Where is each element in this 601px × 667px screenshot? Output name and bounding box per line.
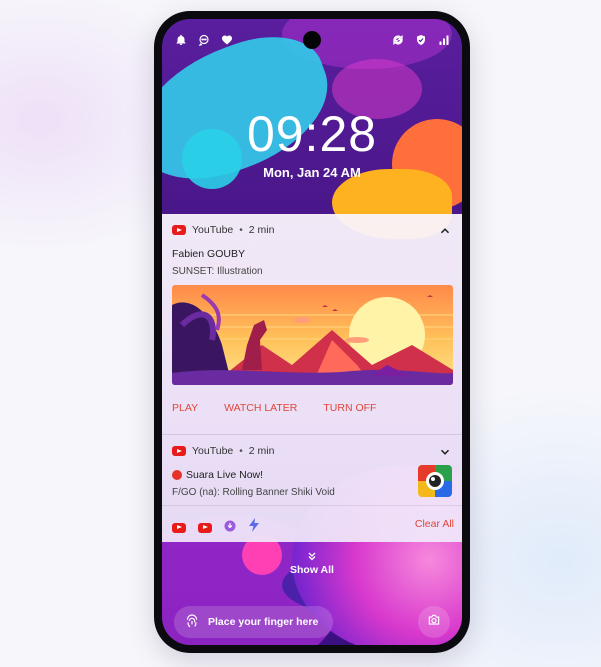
notification-actions: PLAY WATCH LATER TURN OFF bbox=[162, 402, 462, 414]
chevron-up-icon[interactable] bbox=[438, 224, 452, 238]
notification-text: F/GO (na): Rolling Banner Shiki Void bbox=[172, 487, 335, 498]
camera-shortcut-button[interactable] bbox=[418, 606, 450, 638]
notification-panel: YouTube • 2 min Fabien GOUBY SUNSET: Ill… bbox=[162, 214, 462, 542]
youtube-icon[interactable] bbox=[172, 522, 186, 533]
bell-icon bbox=[174, 33, 187, 46]
live-indicator-icon bbox=[172, 470, 182, 480]
notification-age: 2 min bbox=[248, 224, 275, 236]
youtube-icon bbox=[172, 446, 186, 456]
sync-icon bbox=[391, 33, 404, 46]
notification-title: Suara Live Now! bbox=[172, 469, 263, 481]
camera-icon bbox=[427, 613, 441, 632]
heart-icon bbox=[220, 33, 233, 46]
lock-clock: 09:28 bbox=[246, 106, 378, 162]
app-name: YouTube bbox=[192, 224, 234, 236]
notification-footer: Clear All bbox=[162, 505, 462, 542]
notification-header: YouTube • 2 min bbox=[172, 445, 274, 457]
channel-avatar-image bbox=[418, 465, 452, 497]
notification-text: SUNSET: Illustration bbox=[172, 266, 263, 277]
notification-header: YouTube • 2 min bbox=[172, 224, 274, 236]
notification-title: Fabien GOUBY bbox=[172, 248, 245, 260]
turn-off-action-button[interactable]: TURN OFF bbox=[313, 402, 386, 414]
clear-all-button[interactable]: Clear All bbox=[415, 518, 454, 530]
download-icon[interactable] bbox=[224, 519, 236, 537]
show-all-button[interactable]: Show All bbox=[162, 550, 462, 576]
chevron-down-icon[interactable] bbox=[438, 445, 452, 459]
show-all-label: Show All bbox=[290, 564, 334, 576]
double-chevron-down-icon bbox=[306, 550, 318, 562]
notification-card[interactable]: YouTube • 2 min Fabien GOUBY SUNSET: Ill… bbox=[162, 214, 462, 435]
video-thumbnail-image[interactable] bbox=[172, 285, 453, 385]
shield-check-icon bbox=[414, 33, 427, 46]
notification-age: 2 min bbox=[248, 445, 275, 457]
notification-card[interactable]: YouTube • 2 min Suara Live Now! F/GO (na… bbox=[162, 435, 462, 542]
watch-later-action-button[interactable]: WATCH LATER bbox=[214, 402, 307, 414]
lock-screen: 09:28 Mon, Jan 24 AM YouTube • 2 min Fab… bbox=[162, 19, 462, 645]
front-camera bbox=[303, 31, 321, 49]
fingerprint-unlock[interactable]: Place your finger here bbox=[174, 606, 333, 638]
phone-frame: 09:28 Mon, Jan 24 AM YouTube • 2 min Fab… bbox=[154, 11, 470, 653]
fingerprint-label: Place your finger here bbox=[208, 616, 319, 628]
chat-icon bbox=[197, 33, 210, 46]
fingerprint-icon bbox=[184, 613, 200, 632]
bolt-icon[interactable] bbox=[248, 518, 260, 537]
youtube-icon[interactable] bbox=[198, 522, 212, 533]
play-action-button[interactable]: PLAY bbox=[162, 402, 208, 414]
youtube-icon bbox=[172, 225, 186, 235]
signal-icon bbox=[437, 33, 450, 46]
lock-date: Mon, Jan 24 AM bbox=[263, 165, 361, 180]
separator: • bbox=[239, 445, 243, 457]
separator: • bbox=[239, 224, 243, 236]
app-name: YouTube bbox=[192, 445, 234, 457]
notification-title-text: Suara Live Now! bbox=[186, 469, 264, 481]
